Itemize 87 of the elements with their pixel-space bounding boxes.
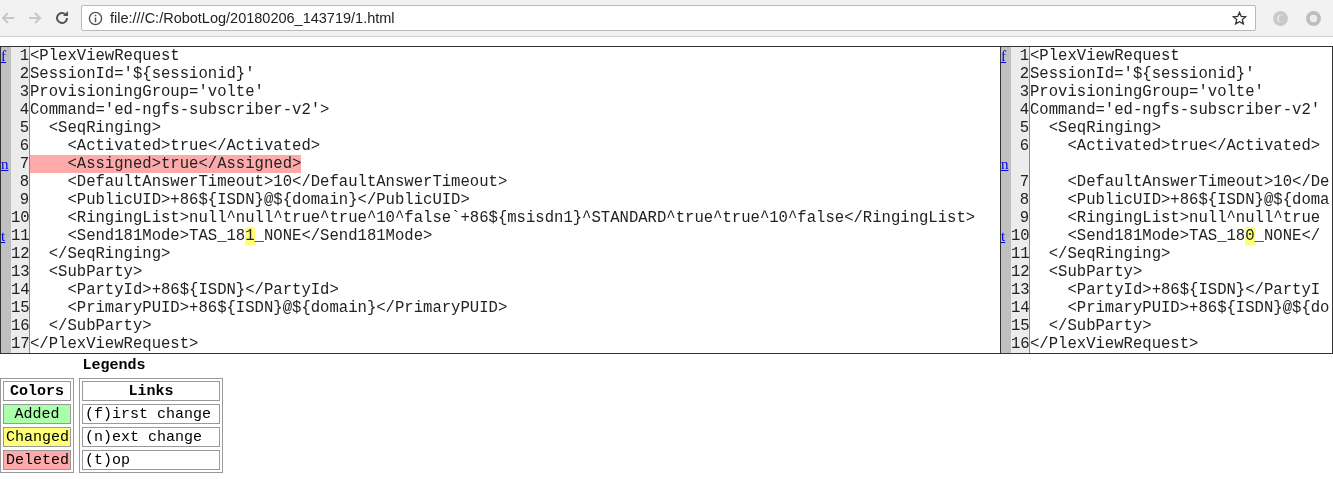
line-number: 15 bbox=[11, 299, 30, 317]
change-link[interactable]: t bbox=[1001, 227, 1006, 245]
line-number: 9 bbox=[1019, 209, 1029, 227]
address-bar[interactable]: file:///C:/RobotLog/20180206_143719/1.html bbox=[81, 5, 1256, 31]
line-number: 12 bbox=[11, 245, 30, 263]
code-line: <PrimaryPUID>+86${ISDN}@${domain}</PrimaryPUID> bbox=[66, 299, 508, 317]
line-number: 7 bbox=[1019, 173, 1029, 191]
line-number: 14 bbox=[11, 281, 30, 299]
change-link[interactable]: f bbox=[1001, 47, 1006, 65]
code-line: Command='ed-ngfs-subscriber-v2' bbox=[1030, 101, 1321, 119]
code-line: <PartyId>+86${ISDN}</PartyId> bbox=[66, 281, 339, 299]
line-number: 6 bbox=[19, 137, 29, 155]
code-line: <PlexViewRequest bbox=[1030, 47, 1180, 65]
line-number: 1 bbox=[1019, 47, 1029, 65]
url-text: file:///C:/RobotLog/20180206_143719/1.html bbox=[110, 10, 396, 26]
code-line: SessionId='${sessionid}' bbox=[30, 65, 255, 83]
legend-title: Legends bbox=[82, 356, 146, 376]
code-line: <PlexViewRequest bbox=[30, 47, 180, 65]
back-arrow-icon[interactable] bbox=[0, 10, 16, 26]
line-number: 13 bbox=[1011, 281, 1030, 299]
line-number: 15 bbox=[1011, 317, 1030, 335]
code-line: ProvisioningGroup='volte' bbox=[1030, 83, 1264, 101]
extension-icon[interactable] bbox=[1272, 9, 1289, 27]
code-line: <RingingList>null^null^true bbox=[1066, 209, 1321, 227]
code-line: </SubParty> bbox=[47, 317, 152, 335]
legend-entry: (n)ext change bbox=[82, 427, 220, 447]
star-icon[interactable] bbox=[1232, 10, 1247, 26]
code-line: </PlexViewRequest> bbox=[30, 335, 199, 353]
code-line: SessionId='${sessionid}' bbox=[1030, 65, 1255, 83]
legend-entry: (f)irst change bbox=[82, 404, 220, 424]
code-line: <SeqRinging> bbox=[1047, 119, 1161, 137]
line-number: 8 bbox=[19, 173, 29, 191]
reload-icon[interactable] bbox=[54, 10, 70, 26]
code-line: <PublicUID>+86${ISDN}@${domain}</PublicUID> bbox=[66, 191, 470, 209]
legend-entry: (t)op bbox=[82, 450, 220, 470]
code-line: <SubParty> bbox=[47, 263, 143, 281]
line-number: 11 bbox=[11, 227, 30, 245]
change-link[interactable]: n bbox=[1, 155, 9, 173]
line-number: 4 bbox=[1019, 101, 1029, 119]
line-number: 6 bbox=[1019, 137, 1029, 155]
legend-color: Added bbox=[3, 404, 71, 424]
legend-color: Deleted bbox=[3, 450, 71, 470]
line-number: 14 bbox=[1011, 299, 1030, 317]
line-number: 3 bbox=[1019, 83, 1029, 101]
code-line: </SeqRinging> bbox=[47, 245, 171, 263]
column-heading: Colors bbox=[3, 381, 71, 401]
code-line: <RingingList>null^null^true^true^10^false`+86${msisdn1}^STANDARD^true^true^10^false</RingingList> bbox=[66, 209, 976, 227]
line-number: 8 bbox=[1019, 191, 1029, 209]
line-number: 3 bbox=[19, 83, 29, 101]
line-number: 5 bbox=[1019, 119, 1029, 137]
line-number: 2 bbox=[19, 65, 29, 83]
line-number: 10 bbox=[1011, 227, 1030, 245]
code-line: <Activated>true</Activated> bbox=[1066, 137, 1321, 155]
code-line: </PlexViewRequest> bbox=[1030, 335, 1199, 353]
code-line: <DefaultAnswerTimeout>10</De bbox=[1066, 173, 1330, 191]
forward-arrow-icon[interactable] bbox=[27, 10, 43, 26]
line-number: 4 bbox=[19, 101, 29, 119]
info-icon[interactable] bbox=[88, 10, 103, 26]
line-number: 9 bbox=[19, 191, 29, 209]
line-number: 7 bbox=[19, 155, 29, 173]
change-link[interactable]: f bbox=[1, 47, 6, 65]
code-line: </SeqRinging> bbox=[1047, 245, 1171, 263]
column-heading: Links bbox=[82, 381, 220, 401]
line-number: 5 bbox=[19, 119, 29, 137]
code-line: </SubParty> bbox=[1047, 317, 1152, 335]
line-number: 13 bbox=[11, 263, 30, 281]
code-line: <DefaultAnswerTimeout>10</DefaultAnswerTimeout> bbox=[66, 173, 508, 191]
line-number: 2 bbox=[1019, 65, 1029, 83]
code-line: <SubParty> bbox=[1047, 263, 1143, 281]
code-line: <Activated>true</Activated> bbox=[66, 137, 321, 155]
code-line: <PrimaryPUID>+86${ISDN}@${do bbox=[1066, 299, 1330, 317]
line-number: 1 bbox=[19, 47, 29, 65]
change-link[interactable]: n bbox=[1001, 155, 1009, 173]
code-line: ProvisioningGroup='volte' bbox=[30, 83, 264, 101]
line-number: 12 bbox=[1011, 263, 1030, 281]
line-number: 16 bbox=[1011, 335, 1030, 353]
code-line: <PublicUID>+86${ISDN}@${doma bbox=[1066, 191, 1330, 209]
line-number: 17 bbox=[11, 335, 30, 353]
line-number: 16 bbox=[11, 317, 30, 335]
legend-color: Changed bbox=[3, 427, 71, 447]
change-link[interactable]: t bbox=[1, 227, 6, 245]
line-number: 10 bbox=[11, 209, 30, 227]
code-line: <SeqRinging> bbox=[47, 119, 161, 137]
code-line: <PartyId>+86${ISDN}</PartyI bbox=[1066, 281, 1321, 299]
code-line: Command='ed-ngfs-subscriber-v2'> bbox=[30, 101, 330, 119]
line-number: 11 bbox=[1011, 245, 1030, 263]
extension-icon[interactable] bbox=[1305, 9, 1322, 27]
